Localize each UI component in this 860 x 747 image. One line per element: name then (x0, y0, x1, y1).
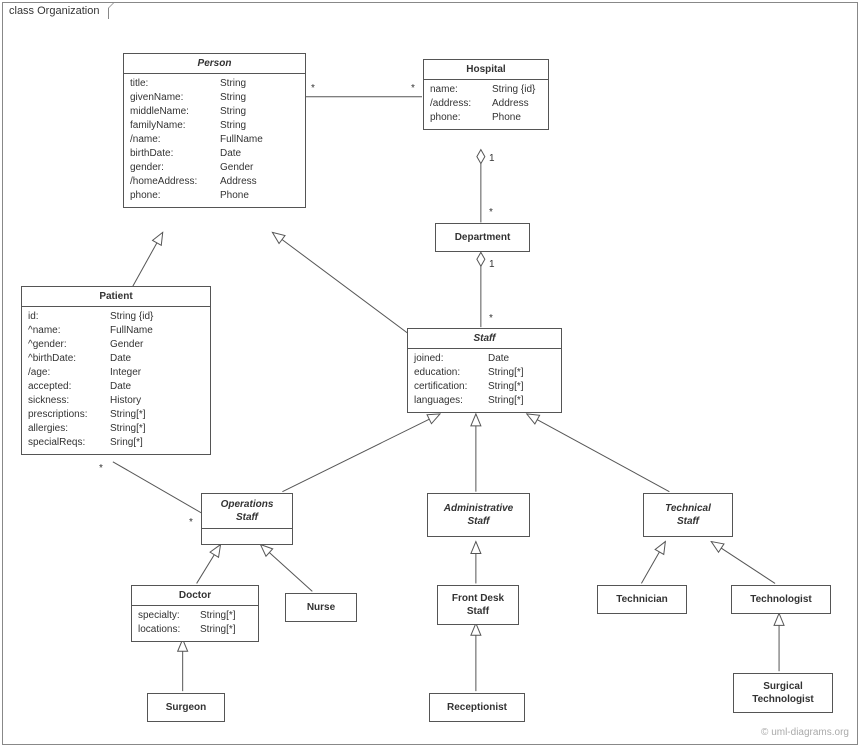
class-technologist-name: Technologist (732, 586, 830, 613)
mult-person-hospital-right: * (411, 83, 415, 94)
class-department: Department (435, 223, 530, 252)
class-surgical-technologist: Surgical Technologist (733, 673, 833, 713)
class-person-attrs: title:String givenName:String middleName… (124, 74, 305, 207)
class-doctor: Doctor specialty:String[*] locations:Str… (131, 585, 259, 642)
mult-patient-ops-left: * (99, 463, 103, 474)
class-hospital: Hospital name:String {id} /address:Addre… (423, 59, 549, 130)
class-staff: Staff joined:Date education:String[*] ce… (407, 328, 562, 413)
class-front-desk-staff: Front Desk Staff (437, 585, 519, 625)
mult-hospital-department-star: * (489, 207, 493, 218)
class-technologist: Technologist (731, 585, 831, 614)
class-operations-staff: Operations Staff (201, 493, 293, 545)
class-surgical-technologist-name: Surgical Technologist (734, 674, 832, 712)
class-hospital-name: Hospital (424, 60, 548, 80)
class-receptionist: Receptionist (429, 693, 525, 722)
class-staff-name: Staff (408, 329, 561, 349)
class-surgeon: Surgeon (147, 693, 225, 722)
mult-department-staff-1: 1 (489, 259, 495, 270)
class-patient-attrs: id:String {id} ^name:FullName ^gender:Ge… (22, 307, 210, 454)
frame-label: class Organization (2, 2, 109, 19)
class-surgeon-name: Surgeon (148, 694, 224, 721)
class-technician: Technician (597, 585, 687, 614)
class-department-name: Department (436, 224, 529, 251)
class-doctor-name: Doctor (132, 586, 258, 606)
class-administrative-staff: Administrative Staff (427, 493, 530, 537)
organization-frame: class Organization (2, 2, 858, 745)
class-operations-staff-name: Operations Staff (202, 494, 292, 529)
mult-person-hospital-left: * (311, 83, 315, 94)
mult-patient-ops-right: * (189, 517, 193, 528)
class-patient: Patient id:String {id} ^name:FullName ^g… (21, 286, 211, 455)
class-patient-name: Patient (22, 287, 210, 307)
class-person-name: Person (124, 54, 305, 74)
class-doctor-attrs: specialty:String[*] locations:String[*] (132, 606, 258, 641)
mult-hospital-department-1: 1 (489, 153, 495, 164)
watermark: © uml-diagrams.org (761, 727, 849, 738)
class-nurse-name: Nurse (286, 594, 356, 621)
mult-department-staff-star: * (489, 313, 493, 324)
class-technical-staff: Technical Staff (643, 493, 733, 537)
class-person: Person title:String givenName:String mid… (123, 53, 306, 208)
class-nurse: Nurse (285, 593, 357, 622)
class-operations-staff-attrs (202, 529, 292, 544)
class-front-desk-staff-name: Front Desk Staff (438, 586, 518, 624)
class-hospital-attrs: name:String {id} /address:Address phone:… (424, 80, 548, 129)
class-technical-staff-name: Technical Staff (644, 494, 732, 536)
class-administrative-staff-name: Administrative Staff (428, 494, 529, 536)
class-staff-attrs: joined:Date education:String[*] certific… (408, 349, 561, 412)
class-technician-name: Technician (598, 586, 686, 613)
class-receptionist-name: Receptionist (430, 694, 524, 721)
frame-label-text: class Organization (9, 5, 100, 17)
